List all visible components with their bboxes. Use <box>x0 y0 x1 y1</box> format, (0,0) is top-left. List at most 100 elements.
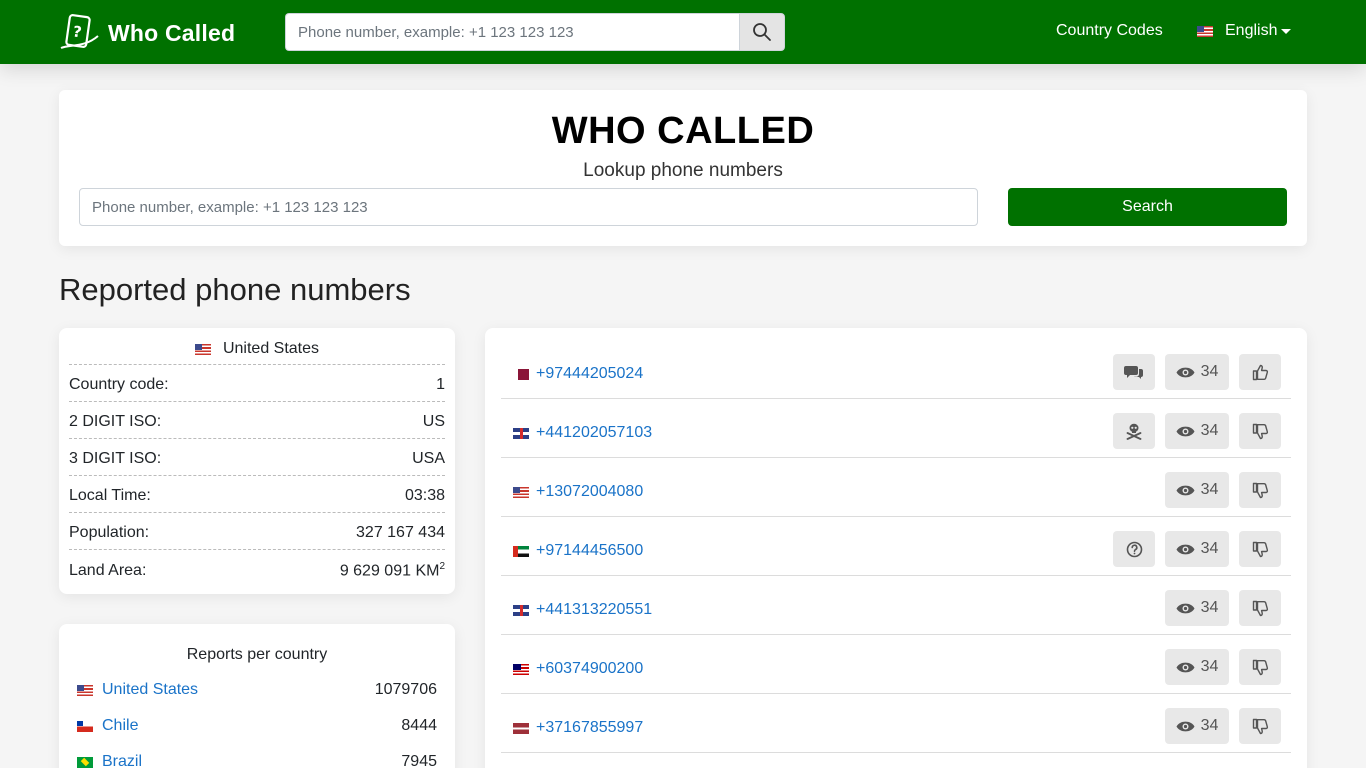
info-label: 2 DIGIT ISO: <box>69 413 162 430</box>
eye-icon <box>1176 603 1195 613</box>
phone-number-link[interactable]: +37167855997 <box>536 719 643 737</box>
tag-button[interactable] <box>1113 354 1155 390</box>
phone-actions: 34 <box>1103 354 1281 390</box>
views-counter[interactable]: 34 <box>1165 649 1229 685</box>
chat-icon <box>1124 366 1143 379</box>
phone-number-link[interactable]: +441202057103 <box>536 424 652 442</box>
thumbs-down-icon <box>1252 600 1268 616</box>
brand-link[interactable]: ? Who Called <box>58 14 235 52</box>
info-label: Land Area: <box>69 561 147 579</box>
report-country: Chile <box>77 717 138 735</box>
info-value: US <box>422 413 445 430</box>
report-count: 8444 <box>401 717 437 734</box>
report-row: United States 1079706 <box>77 672 437 708</box>
phone-actions: 34 <box>1155 708 1281 744</box>
us-flag-icon <box>513 486 529 498</box>
hero-search-button[interactable]: Search <box>1008 188 1287 226</box>
us-flag-icon <box>77 684 93 696</box>
phone-number-link[interactable]: +97444205024 <box>536 365 643 383</box>
nav-search-input[interactable] <box>285 13 739 51</box>
vote-button[interactable] <box>1239 413 1281 449</box>
hero-title: WHO CALLED <box>551 110 815 152</box>
nav-country-codes-link[interactable]: Country Codes <box>1056 22 1163 40</box>
country-info-card: United States Country code: 1 2 DIGIT IS… <box>59 328 455 594</box>
malaysia-flag-icon <box>513 663 529 675</box>
thumbs-down-icon <box>1252 718 1268 734</box>
uae-flag-icon <box>513 545 529 557</box>
hero-search-card: WHO CALLED Lookup phone numbers Search <box>59 90 1307 246</box>
phone-actions: 34 <box>1155 649 1281 685</box>
info-row: Local Time: 03:38 <box>69 476 445 513</box>
tag-button[interactable] <box>1113 413 1155 449</box>
phone-row: +37167855997 34 <box>501 694 1291 753</box>
phone-number-link[interactable]: +97144456500 <box>536 542 643 560</box>
search-icon <box>753 23 771 41</box>
vote-button[interactable] <box>1239 354 1281 390</box>
brazil-flag-icon <box>77 756 93 768</box>
info-value: USA <box>412 450 445 467</box>
qatar-flag-icon <box>513 368 529 380</box>
eye-icon <box>1176 662 1195 672</box>
uk-flag-icon <box>513 427 529 439</box>
info-value: 327 167 434 <box>356 524 445 541</box>
info-row: 3 DIGIT ISO: USA <box>69 439 445 476</box>
report-country-link[interactable]: United States <box>102 681 198 699</box>
land-area-unit-exponent: 2 <box>439 560 445 572</box>
reports-per-country-card: Reports per country United States 107970… <box>59 624 455 768</box>
phone-question-logo-icon: ? <box>60 14 99 49</box>
views-counter[interactable]: 34 <box>1165 354 1229 390</box>
vote-button[interactable] <box>1239 472 1281 508</box>
section-title: Reported phone numbers <box>59 272 411 307</box>
tag-button[interactable] <box>1113 531 1155 567</box>
chile-flag-icon <box>77 720 93 732</box>
question-icon <box>1126 541 1142 557</box>
info-value: 9 629 091 KM2 <box>340 561 445 580</box>
views-counter[interactable]: 34 <box>1165 590 1229 626</box>
info-value: 1 <box>436 376 445 393</box>
views-count: 34 <box>1200 422 1219 439</box>
skull-icon <box>1126 423 1142 440</box>
phone-number: +13072004080 <box>513 473 643 501</box>
phone-number: +37167855997 <box>513 709 643 737</box>
views-counter[interactable]: 34 <box>1165 413 1229 449</box>
vote-button[interactable] <box>1239 708 1281 744</box>
views-counter[interactable]: 34 <box>1165 708 1229 744</box>
report-row: Brazil 7945 <box>77 744 437 768</box>
phone-number-link[interactable]: +60374900200 <box>536 660 643 678</box>
views-count: 34 <box>1200 363 1219 380</box>
us-flag-icon <box>1197 25 1213 37</box>
thumbs-down-icon <box>1252 541 1268 557</box>
info-label: Local Time: <box>69 487 151 504</box>
eye-icon <box>1176 485 1195 495</box>
language-label: English <box>1225 22 1278 39</box>
phone-actions: 34 <box>1155 590 1281 626</box>
vote-button[interactable] <box>1239 649 1281 685</box>
report-country-link[interactable]: Brazil <box>102 753 142 768</box>
phone-number: +441313220551 <box>513 591 652 619</box>
nav-search-button[interactable] <box>739 13 785 51</box>
phone-actions: 34 <box>1103 413 1281 449</box>
vote-button[interactable] <box>1239 590 1281 626</box>
views-counter[interactable]: 34 <box>1165 531 1229 567</box>
land-area-value: 9 629 091 KM <box>339 562 440 580</box>
info-row: 2 DIGIT ISO: US <box>69 402 445 439</box>
info-row: Country code: 1 <box>69 365 445 402</box>
brand-name: Who Called <box>108 19 236 46</box>
language-dropdown[interactable]: English <box>1197 22 1292 40</box>
phone-row: +60374900200 34 <box>501 635 1291 694</box>
phone-list-card: +97444205024 34 +441202057103 34 +130720… <box>485 328 1307 768</box>
views-counter[interactable]: 34 <box>1165 472 1229 508</box>
svg-text:?: ? <box>72 22 83 41</box>
thumbs-up-icon <box>1252 364 1268 380</box>
vote-button[interactable] <box>1239 531 1281 567</box>
phone-row: +97144456500 34 <box>501 517 1291 576</box>
uk-flag-icon <box>513 604 529 616</box>
country-info-header: United States <box>69 328 445 365</box>
thumbs-down-icon <box>1252 659 1268 675</box>
views-count: 34 <box>1200 599 1219 616</box>
phone-number-link[interactable]: +441313220551 <box>536 601 652 619</box>
phone-number-link[interactable]: +13072004080 <box>536 483 643 501</box>
hero-search-input[interactable] <box>79 188 978 226</box>
report-country-link[interactable]: Chile <box>102 717 138 735</box>
views-count: 34 <box>1200 717 1219 734</box>
